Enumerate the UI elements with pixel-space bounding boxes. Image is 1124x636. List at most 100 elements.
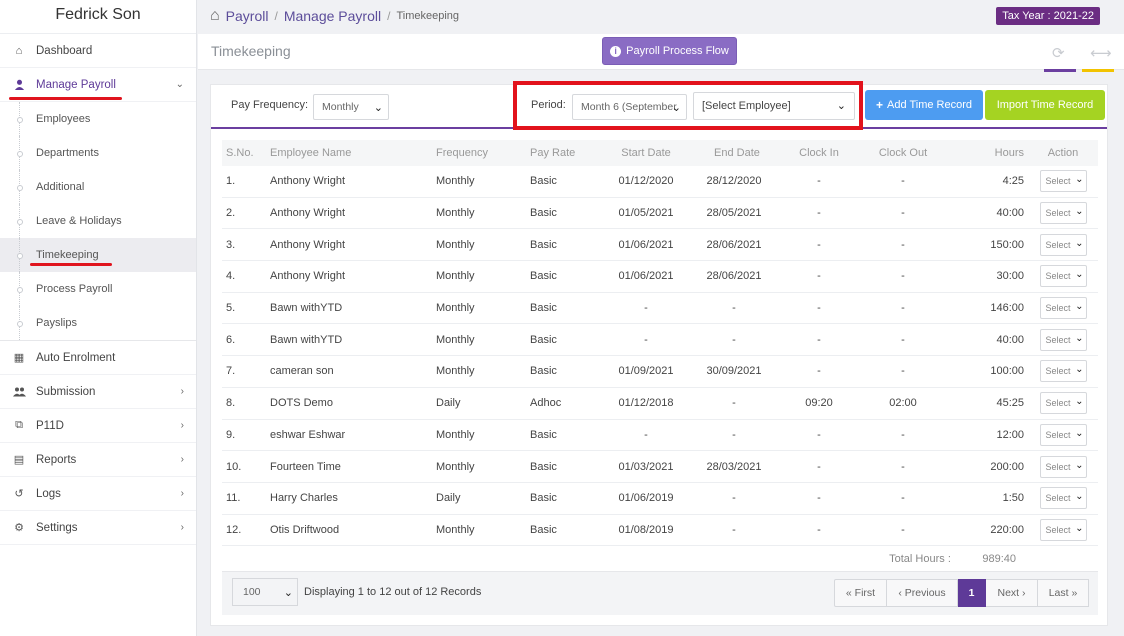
- sidebar-item-submission[interactable]: Submission ›: [0, 375, 196, 409]
- refresh-icon[interactable]: ⟳: [1052, 44, 1065, 62]
- cell-hours: 200:00: [990, 460, 1024, 473]
- sidebar-item-reports[interactable]: ▤ Reports ›: [0, 443, 196, 477]
- sidebar-item-label: Reports: [36, 453, 77, 466]
- sidebar-item-departments[interactable]: Departments: [0, 136, 196, 170]
- add-time-record-label: Add Time Record: [887, 99, 972, 111]
- cell-hours: 220:00: [990, 523, 1024, 536]
- timekeeping-card: Pay Frequency: Monthly ⌄ Period: Month 6…: [210, 84, 1108, 626]
- cell-action: Select ⌄: [1024, 392, 1098, 415]
- action-select[interactable]: Select ⌄: [1039, 265, 1087, 288]
- home-icon[interactable]: ⌂: [210, 7, 220, 25]
- cell-hours: 146:00: [990, 302, 1024, 315]
- sidebar-item-label: Additional: [36, 181, 85, 193]
- company-name: Fedrick Son: [0, 0, 196, 34]
- breadcrumb-current: Timekeeping: [396, 10, 460, 22]
- cell-clock-in: -: [817, 428, 821, 441]
- sidebar-item-leave-holidays[interactable]: Leave & Holidays: [0, 204, 196, 238]
- cell-frequency: Monthly: [436, 302, 475, 315]
- chevron-down-icon: ⌄: [1075, 174, 1084, 186]
- cell-clock-in: -: [817, 207, 821, 220]
- cell-pay-rate: Adhoc: [530, 397, 562, 410]
- cell-frequency: Daily: [436, 492, 461, 505]
- action-select[interactable]: Select ⌄: [1039, 202, 1087, 225]
- cell-employee-name: Harry Charles: [270, 492, 338, 505]
- action-select[interactable]: Select ⌄: [1039, 487, 1087, 510]
- action-select[interactable]: Select ⌄: [1039, 518, 1087, 541]
- action-select[interactable]: Select ⌄: [1039, 423, 1087, 446]
- cell-action: Select ⌄: [1024, 423, 1098, 446]
- cell-end-date: 28/06/2021: [706, 238, 762, 251]
- cell-action: Select ⌄: [1024, 297, 1098, 320]
- table-row: 8. DOTS Demo Daily Adhoc 01/12/2018 - 09:20 02:…: [222, 388, 1098, 420]
- chevron-right-icon: ›: [180, 522, 184, 533]
- breadcrumb-payroll[interactable]: Payroll: [226, 8, 269, 24]
- action-select-value: Select: [1045, 493, 1071, 504]
- sidebar-item-p11d[interactable]: ⧉ P11D ›: [0, 409, 196, 443]
- page-1-button[interactable]: 1: [958, 579, 986, 607]
- records-info: Displaying 1 to 12 out of 12 Records: [304, 586, 482, 598]
- sidebar-item-label: Payslips: [36, 317, 77, 329]
- last-page-button[interactable]: Last »: [1038, 579, 1089, 607]
- import-time-record-button[interactable]: Import Time Record: [985, 90, 1105, 120]
- breadcrumb-manage-payroll[interactable]: Manage Payroll: [284, 8, 381, 24]
- first-page-button[interactable]: « First: [834, 579, 887, 607]
- cell-start-date: 01/03/2021: [618, 460, 674, 473]
- header-sno: S.No.: [226, 147, 254, 159]
- sidebar-item-process-payroll[interactable]: Process Payroll: [0, 272, 196, 306]
- action-select[interactable]: Select ⌄: [1039, 328, 1087, 351]
- cell-frequency: Monthly: [436, 460, 475, 473]
- sidebar-item-settings[interactable]: ⚙ Settings ›: [0, 511, 196, 545]
- cell-end-date: 28/05/2021: [706, 207, 762, 220]
- cell-action: Select ⌄: [1024, 455, 1098, 478]
- chevron-down-icon: ⌄: [1075, 332, 1084, 344]
- sidebar-item-logs[interactable]: ↺ Logs ›: [0, 477, 196, 511]
- page-size-value: 100: [243, 586, 261, 598]
- sidebar-item-additional[interactable]: Additional: [0, 170, 196, 204]
- cell-action: Select ⌄: [1024, 518, 1098, 541]
- action-select[interactable]: Select ⌄: [1039, 170, 1087, 193]
- add-time-record-button[interactable]: + Add Time Record: [865, 90, 983, 120]
- pay-frequency-select[interactable]: Monthly ⌄: [313, 94, 389, 120]
- tax-year-badge[interactable]: Tax Year : 2021-22: [996, 7, 1100, 25]
- action-select[interactable]: Select ⌄: [1039, 297, 1087, 320]
- payroll-process-flow-button[interactable]: i Payroll Process Flow: [602, 37, 737, 65]
- expand-icon[interactable]: ⟷: [1090, 44, 1112, 62]
- total-hours-label: Total Hours :: [889, 553, 951, 566]
- sidebar-item-dashboard[interactable]: ⌂ Dashboard: [0, 34, 196, 68]
- total-row: Total Hours : 989:40: [222, 546, 1098, 572]
- action-select[interactable]: Select ⌄: [1039, 360, 1087, 383]
- cell-action: Select ⌄: [1024, 233, 1098, 256]
- previous-page-button[interactable]: ‹ Previous: [887, 579, 958, 607]
- cell-start-date: -: [644, 333, 648, 346]
- action-select[interactable]: Select ⌄: [1039, 233, 1087, 256]
- sidebar-item-employees[interactable]: Employees: [0, 102, 196, 136]
- cell-start-date: 01/12/2018: [618, 397, 674, 410]
- page-size-select[interactable]: 100 ⌄: [232, 578, 298, 606]
- cell-clock-out: -: [901, 333, 905, 346]
- header-frequency: Frequency: [436, 147, 488, 159]
- next-page-button[interactable]: Next ›: [986, 579, 1038, 607]
- chevron-down-icon: ⌄: [1075, 269, 1084, 281]
- sidebar-item-auto-enrolment[interactable]: ▦ Auto Enrolment: [0, 341, 196, 375]
- cell-frequency: Monthly: [436, 270, 475, 283]
- cell-clock-in: 09:20: [805, 397, 833, 410]
- grid-icon: ▦: [13, 352, 25, 364]
- sidebar-item-label: Manage Payroll: [36, 78, 116, 91]
- sidebar-item-manage-payroll[interactable]: Manage Payroll ⌄: [0, 68, 196, 102]
- cell-pay-rate: Basic: [530, 238, 557, 251]
- sidebar-item-label: Departments: [36, 147, 99, 159]
- manage-payroll-submenu: Employees Departments Additional Leave &…: [0, 102, 196, 341]
- action-select[interactable]: Select ⌄: [1039, 455, 1087, 478]
- cell-clock-in: -: [817, 492, 821, 505]
- cell-action: Select ⌄: [1024, 170, 1098, 193]
- import-time-record-label: Import Time Record: [996, 99, 1094, 111]
- action-select[interactable]: Select ⌄: [1039, 392, 1087, 415]
- action-select-value: Select: [1045, 398, 1071, 409]
- action-select-value: Select: [1045, 208, 1071, 219]
- sidebar-item-payslips[interactable]: Payslips: [0, 306, 196, 340]
- cell-clock-out: 02:00: [889, 397, 917, 410]
- cell-sno: 8.: [226, 397, 236, 410]
- cell-clock-out: -: [901, 175, 905, 188]
- info-icon: i: [610, 45, 622, 57]
- sidebar-item-timekeeping[interactable]: Timekeeping: [0, 238, 196, 272]
